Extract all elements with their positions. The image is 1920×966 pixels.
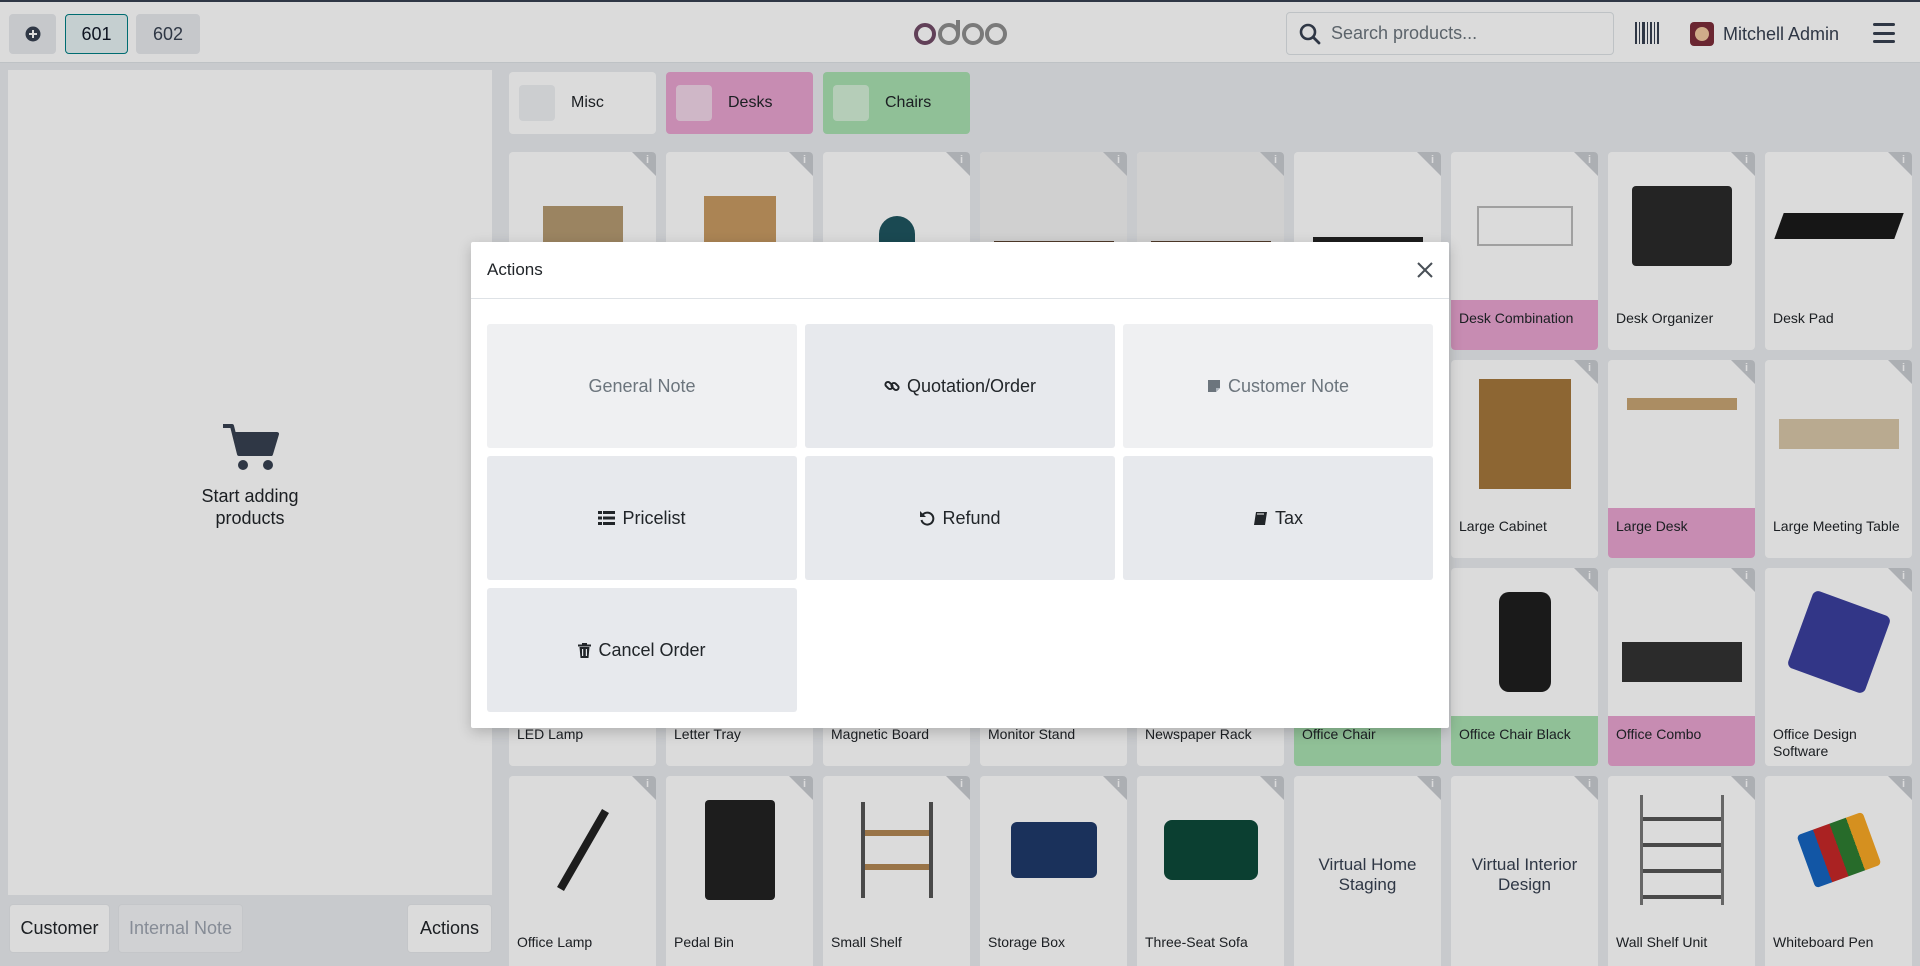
button-label: Cancel Order bbox=[598, 639, 706, 660]
cancel-order-button[interactable]: Cancel Order bbox=[487, 588, 797, 712]
pricelist-button[interactable]: Pricelist bbox=[487, 456, 797, 580]
undo-icon bbox=[920, 511, 935, 526]
link-icon bbox=[884, 380, 900, 392]
general-note-button[interactable]: General Note bbox=[487, 324, 797, 448]
button-label: Pricelist bbox=[622, 507, 686, 528]
button-label: General Note bbox=[588, 375, 696, 396]
tax-button[interactable]: Tax bbox=[1123, 456, 1433, 580]
button-label: Tax bbox=[1274, 507, 1303, 528]
customer-note-button[interactable]: Customer Note bbox=[1123, 324, 1433, 448]
note-icon bbox=[1207, 380, 1220, 392]
button-label: Customer Note bbox=[1227, 375, 1350, 396]
book-icon bbox=[1253, 511, 1267, 525]
trash-icon bbox=[578, 642, 592, 658]
refund-button[interactable]: Refund bbox=[805, 456, 1115, 580]
button-label: Quotation/Order bbox=[906, 375, 1037, 396]
actions-dialog: Actions General Note Quotation/Order Cus… bbox=[471, 242, 1449, 728]
quotation-order-button[interactable]: Quotation/Order bbox=[805, 324, 1115, 448]
button-label: Refund bbox=[942, 507, 1001, 528]
close-icon[interactable] bbox=[1413, 258, 1437, 282]
list-icon bbox=[598, 511, 616, 525]
dialog-title: Actions bbox=[471, 242, 1449, 299]
